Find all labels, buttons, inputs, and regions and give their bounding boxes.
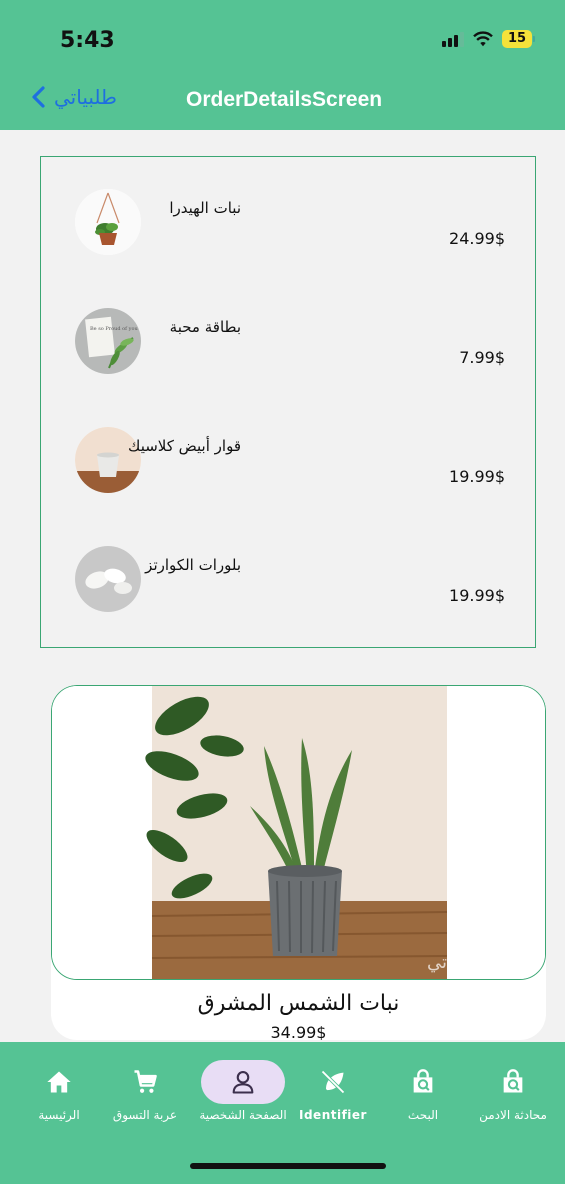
item-name: قوار أبيض كلاسيك bbox=[128, 437, 241, 455]
active-indicator bbox=[201, 1060, 285, 1104]
nav-label: محادثة الادمن bbox=[479, 1108, 547, 1122]
battery-level: 15 bbox=[502, 30, 532, 48]
featured-product-card[interactable]: نباتاتي نبات الشمس المشرق 34.99$ bbox=[51, 685, 546, 1040]
back-label: طلبياتي bbox=[54, 85, 117, 109]
order-item[interactable]: بلورات الكوارتز 19.99$ bbox=[75, 546, 515, 616]
battery-icon: 15 bbox=[502, 30, 535, 48]
nav-identifier[interactable]: Identifier bbox=[286, 1060, 380, 1124]
nav-profile[interactable]: الصفحة الشخصية bbox=[196, 1060, 290, 1124]
cart-icon bbox=[134, 1070, 157, 1093]
nav-label: البحث bbox=[407, 1108, 439, 1122]
item-name: نبات الهيدرا bbox=[169, 199, 241, 217]
nav-search[interactable]: البحث bbox=[376, 1060, 470, 1124]
nav-label: الصفحة الشخصية bbox=[199, 1108, 287, 1122]
order-items-list: نبات الهيدرا 24.99$ Be so Proud of you ب… bbox=[40, 156, 536, 648]
order-item[interactable]: نبات الهيدرا 24.99$ bbox=[75, 189, 515, 259]
person-icon bbox=[232, 1071, 254, 1094]
back-button[interactable]: طلبياتي bbox=[28, 85, 117, 109]
item-thumbnail bbox=[75, 189, 141, 255]
item-price: 19.99$ bbox=[449, 586, 505, 605]
watermark-text: نباتاتي bbox=[427, 952, 473, 973]
header: 5:43 15 طلبياتي OrderDetailsScreen bbox=[0, 0, 565, 130]
wifi-icon bbox=[473, 31, 493, 47]
nav-admin-chat[interactable]: محادثة الادمن bbox=[466, 1060, 560, 1124]
signal-icon bbox=[442, 31, 464, 47]
featured-product-price: 34.99$ bbox=[270, 1023, 327, 1040]
card-text: Be so Proud of you bbox=[90, 326, 138, 332]
item-name: بلورات الكوارتز bbox=[145, 556, 241, 574]
item-thumbnail: Be so Proud of you bbox=[75, 308, 141, 374]
leaf-off-icon bbox=[321, 1070, 345, 1094]
status-time: 5:43 bbox=[60, 28, 115, 53]
nav-label: الرئيسية bbox=[38, 1108, 80, 1122]
item-price: 7.99$ bbox=[459, 348, 505, 367]
chevron-left-icon bbox=[32, 86, 45, 108]
nav-label: Identifier bbox=[299, 1108, 367, 1122]
status-icons: 15 bbox=[442, 30, 535, 48]
bag-search-icon bbox=[503, 1069, 523, 1093]
nav-home[interactable]: الرئيسية bbox=[12, 1060, 106, 1124]
item-price: 24.99$ bbox=[449, 229, 505, 248]
home-indicator[interactable] bbox=[190, 1163, 386, 1169]
page-title: OrderDetailsScreen bbox=[186, 88, 383, 111]
home-icon bbox=[47, 1071, 71, 1093]
nav-label: عربة التسوق bbox=[112, 1108, 178, 1122]
bag-search-icon bbox=[413, 1069, 433, 1093]
featured-product-name: نبات الشمس المشرق bbox=[197, 991, 400, 1016]
item-price: 19.99$ bbox=[449, 467, 505, 486]
order-item[interactable]: قوار أبيض كلاسيك 19.99$ bbox=[75, 427, 515, 497]
featured-product-image: نباتاتي bbox=[51, 685, 546, 980]
item-name: بطاقة محبة bbox=[169, 318, 241, 336]
order-item[interactable]: Be so Proud of you بطاقة محبة 7.99$ bbox=[75, 308, 515, 378]
nav-cart[interactable]: عربة التسوق bbox=[98, 1060, 192, 1124]
item-thumbnail bbox=[75, 546, 141, 612]
